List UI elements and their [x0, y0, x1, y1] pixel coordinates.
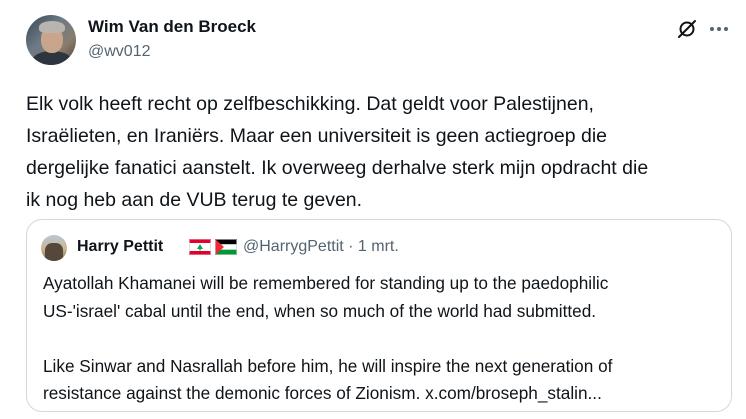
grok-button[interactable] [676, 18, 698, 40]
tweet-text-line: ik nog heb aan de VUB terug te geven. [26, 189, 363, 211]
tweet-text-line: dergelijke fanatici aanstelt. Ik overwee… [26, 157, 649, 179]
lebanon-flag [189, 239, 211, 255]
quoted-text-line: Like Sinwar and Nasrallah before him, he… [43, 355, 613, 376]
quoted-text-line [43, 325, 723, 353]
quoted-tweet[interactable]: Harry Pettit @HarrygPettit · 1 mrt. Ayat… [26, 219, 732, 412]
flag-emojis [189, 239, 237, 255]
more-dots-icon [710, 27, 728, 31]
quoted-author-avatar[interactable] [41, 235, 67, 261]
author-handle[interactable]: @wv012 [88, 43, 151, 61]
quoted-handle-and-date[interactable]: @HarrygPettit · 1 mrt. [243, 238, 399, 256]
tweet-text: Elk volk heeft recht op zelfbeschikking.… [26, 88, 726, 216]
avatar-shirt [32, 51, 72, 65]
avatar-silhouette [45, 243, 63, 261]
avatar-hair [39, 21, 65, 33]
quoted-tweet-text: Ayatollah Khamanei will be remembered fo… [43, 270, 723, 408]
tweet: Wim Van den Broeck @wv012 Elk volk heeft… [0, 0, 746, 419]
quoted-text-line: US-'israel' cabal until the end, when so… [43, 300, 597, 321]
author-name[interactable]: Wim Van den Broeck [88, 17, 256, 37]
palestine-flag [215, 239, 237, 255]
tweet-text-line: Israëlieten, en Iraniërs. Maar een unive… [26, 125, 607, 147]
grok-icon [678, 20, 696, 38]
author-avatar[interactable] [26, 15, 76, 65]
more-options-button[interactable] [707, 18, 731, 40]
quoted-author-name[interactable]: Harry Pettit [77, 238, 163, 256]
tweet-text-line: Elk volk heeft recht op zelfbeschikking.… [26, 93, 594, 115]
quoted-text-line: resistance against the demonic forces of… [43, 383, 602, 403]
quoted-text-line: Ayatollah Khamanei will be remembered fo… [43, 273, 609, 293]
